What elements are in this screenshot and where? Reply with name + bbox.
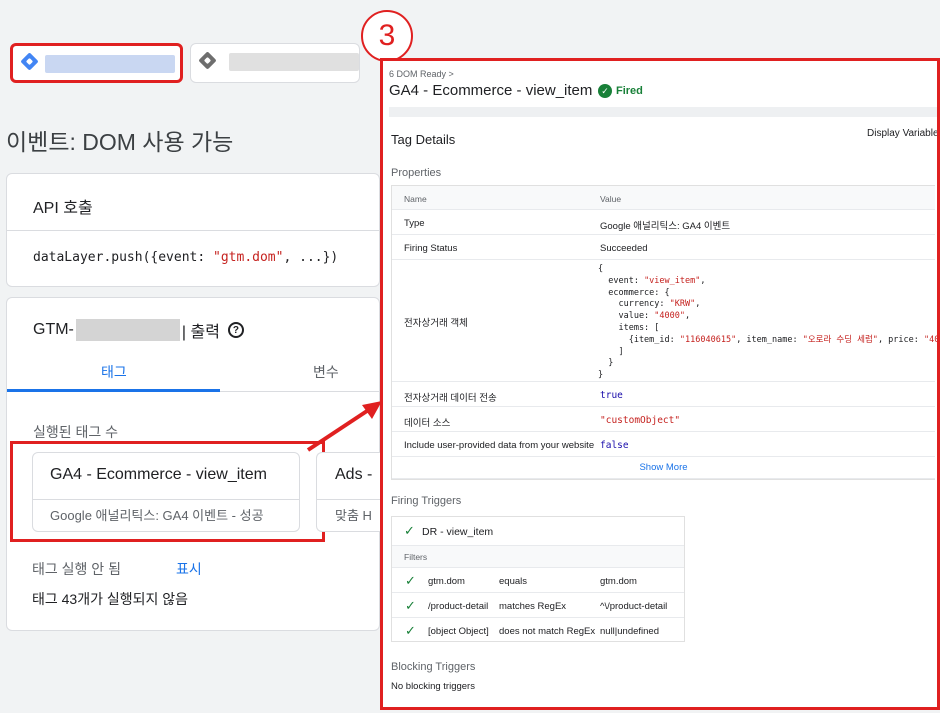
- code-line: ecommerce: {: [598, 287, 670, 298]
- code-line: currency: "KRW",: [598, 299, 701, 310]
- firing-triggers-table: ✓ DR - view_item Filters ✓ gtm.dom equal…: [391, 516, 685, 642]
- firing-triggers-label: Firing Triggers: [391, 495, 462, 507]
- active-tab-indicator: [7, 389, 220, 392]
- table-header: Name Value: [392, 186, 935, 210]
- filter-row: ✓ [object Object] does not match RegEx n…: [405, 623, 659, 638]
- api-call-title: API 호출: [33, 200, 93, 217]
- tab-variables[interactable]: 변수: [313, 362, 339, 382]
- code-line: }: [598, 370, 604, 381]
- table-row: Include user-provided data from your web…: [392, 432, 935, 457]
- tab-tags[interactable]: 태그: [101, 362, 127, 382]
- help-icon[interactable]: ?: [227, 322, 244, 338]
- gtm-logo-icon: [20, 52, 39, 71]
- tag-subtitle: 맞춤 H: [335, 508, 372, 523]
- check-circle-icon: ✓: [598, 84, 612, 98]
- container-tab-active[interactable]: [10, 43, 183, 83]
- ecommerce-object-code: { event: "view_item", ecommerce: { curre…: [598, 264, 940, 382]
- tag-assistant-panel: 이벤트: DOM 사용 가능 API 호출 dataLayer.push({ev…: [0, 0, 380, 713]
- code-line: items: [: [598, 322, 660, 333]
- show-more-button[interactable]: Show More: [392, 457, 935, 479]
- gtm-logo-icon: [198, 51, 217, 70]
- fired-tag-card[interactable]: GA4 - Ecommerce - view_item Google 애널리틱스…: [32, 452, 300, 532]
- filter-row: ✓ gtm.dom equals gtm.dom: [392, 568, 684, 593]
- filter-row: ✓ /product-detail matches RegEx ^\/produ…: [392, 593, 684, 618]
- check-icon: ✓: [405, 598, 416, 613]
- divider: [7, 230, 379, 231]
- fired-tag-card[interactable]: Ads - 맞춤 H: [316, 452, 380, 532]
- not-fired-count: 태그 43개가 실행되지 않음: [32, 591, 189, 607]
- redacted-container-id: [229, 53, 359, 71]
- table-row: 전자상거래 데이터 전송 true: [392, 382, 935, 407]
- api-call-card: API 호출 dataLayer.push({event: "gtm.dom",…: [6, 173, 380, 287]
- no-blocking-text: No blocking triggers: [391, 681, 475, 692]
- table-row: Type Google 애널리틱스: GA4 이벤트: [392, 210, 935, 235]
- code-line: {item_id: "116040615", item_name: "오로라 수…: [598, 334, 940, 345]
- event-title: 이벤트: DOM 사용 가능: [6, 129, 234, 155]
- tag-subtitle: Google 애널리틱스: GA4 이벤트 - 성공: [50, 508, 264, 523]
- fired-tags-label: 실행된 태그 수: [33, 424, 119, 440]
- status-badge: ✓ Fired: [598, 84, 643, 98]
- not-fired-label: 태그 실행 안 됨: [32, 561, 121, 577]
- divider: [33, 499, 299, 500]
- trigger-row[interactable]: ✓ DR - view_item: [392, 517, 684, 546]
- show-more-row: Show More: [392, 457, 935, 479]
- check-icon: ✓: [404, 523, 415, 538]
- divider-band: [389, 107, 937, 117]
- container-tab[interactable]: [190, 43, 360, 83]
- breadcrumb[interactable]: 6 DOM Ready >: [389, 69, 454, 79]
- blocking-triggers-label: Blocking Triggers: [391, 661, 476, 673]
- container-output-title: GTM- | 출력 ?: [33, 318, 244, 342]
- annotation-number: 3: [361, 10, 413, 62]
- code-line: }: [598, 358, 614, 369]
- table-row: 데이터 소스 "customObject": [392, 407, 935, 432]
- show-not-fired-link[interactable]: 표시: [176, 559, 202, 579]
- tag-title: GA4 - Ecommerce - view_item: [389, 82, 593, 99]
- filters-label: Filters: [392, 546, 684, 568]
- output-tabs: 태그 변수: [7, 354, 379, 392]
- properties-label: Properties: [391, 167, 442, 179]
- properties-table: Name Value Type Google 애널리틱스: GA4 이벤트 Fi…: [391, 185, 937, 480]
- code-line: ]: [598, 346, 624, 357]
- table-row: Firing Status Succeeded: [392, 235, 935, 260]
- display-variables-toggle[interactable]: Display Variables: [867, 128, 937, 139]
- redacted-container-id: [45, 55, 175, 73]
- code-line: event: "view_item",: [598, 275, 706, 286]
- code-line: {: [598, 264, 604, 274]
- divider: [317, 499, 380, 500]
- code-line: value: "4000",: [598, 311, 691, 322]
- redacted-container-id: [75, 319, 180, 341]
- table-row: 전자상거래 객체 { event: "view_item", ecommerce…: [392, 260, 937, 382]
- tag-name: Ads -: [335, 466, 373, 483]
- section-title: Tag Details: [391, 132, 456, 147]
- tag-name: GA4 - Ecommerce - view_item: [50, 466, 267, 483]
- api-call-code: dataLayer.push({event: "gtm.dom", ...}): [33, 250, 339, 265]
- tag-details-panel: 6 DOM Ready > GA4 - Ecommerce - view_ite…: [380, 58, 940, 710]
- check-icon: ✓: [405, 573, 416, 588]
- annotation-arrow: [306, 401, 382, 452]
- check-icon: ✓: [405, 623, 416, 638]
